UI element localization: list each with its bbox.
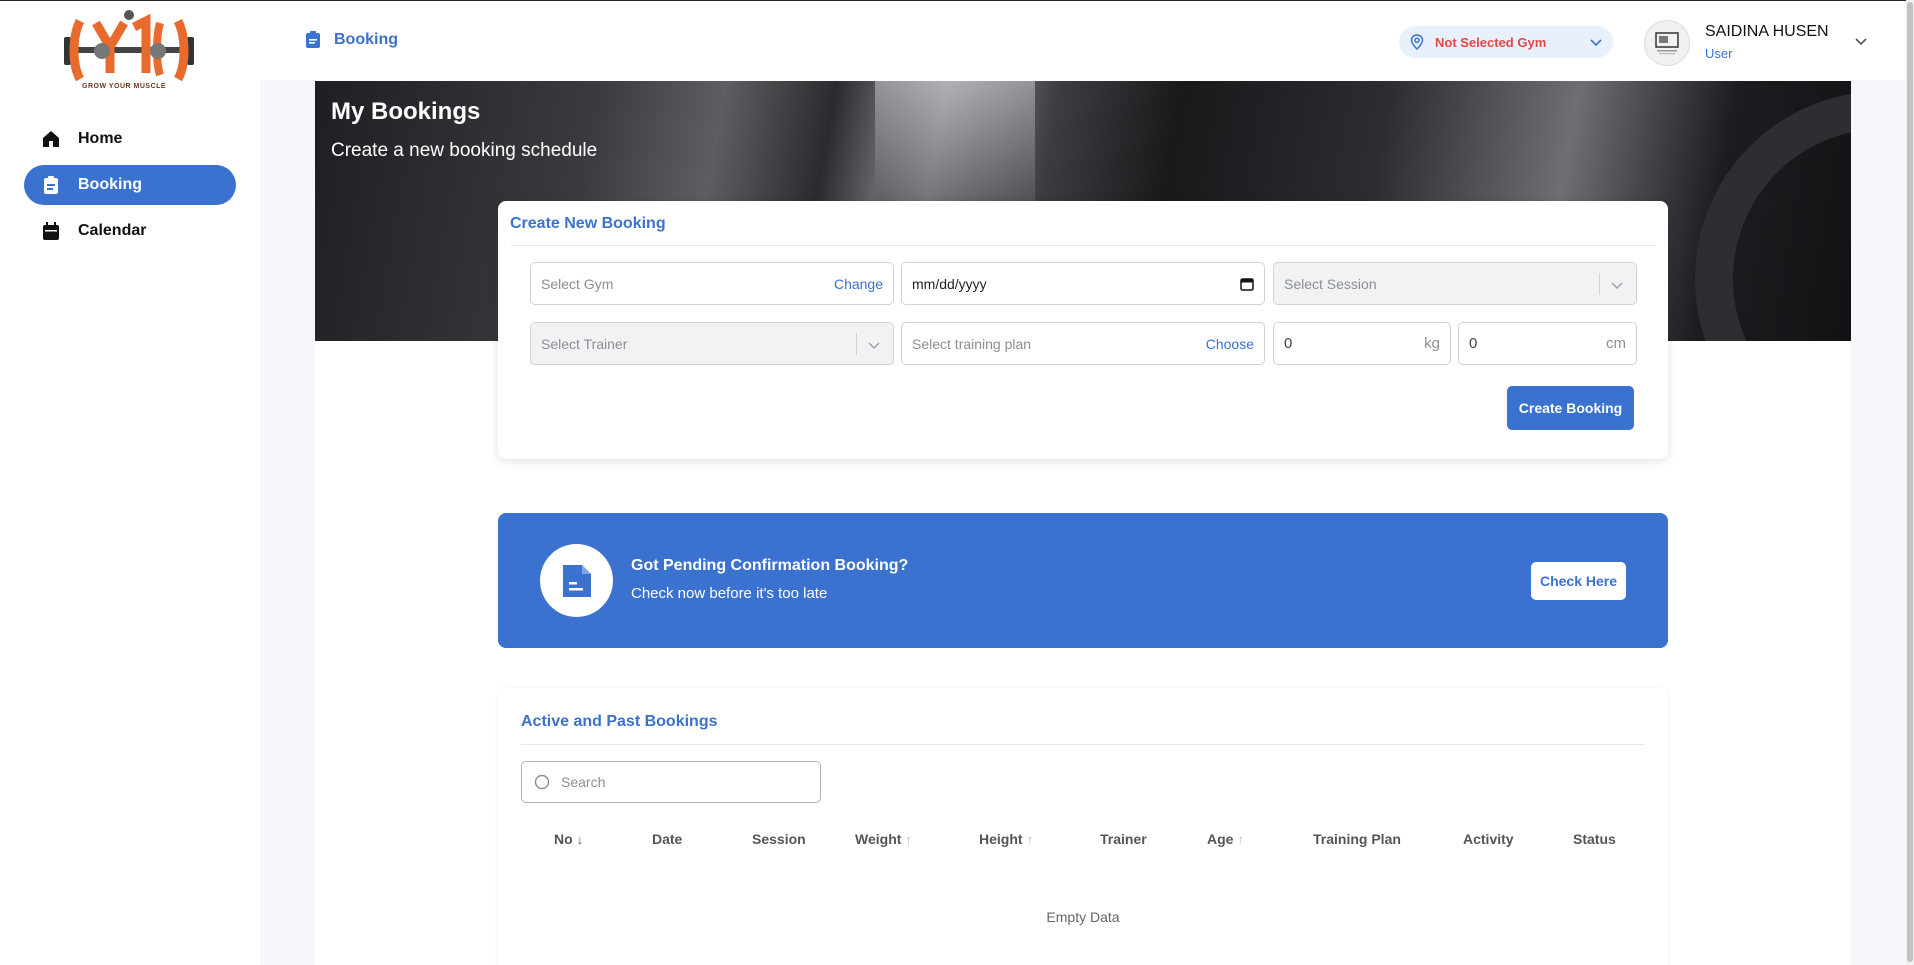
user-name: SAIDINA HUSEN — [1705, 23, 1829, 40]
column-date[interactable]: Date — [652, 831, 682, 847]
sidebar-item-calendar[interactable]: Calendar — [24, 211, 236, 251]
column-no[interactable]: No ↓ — [554, 831, 583, 847]
weight-unit: kg — [1424, 335, 1440, 352]
column-label: Date — [652, 831, 683, 847]
avatar-image — [1655, 32, 1679, 55]
page-subtitle: Create a new booking schedule — [331, 140, 598, 161]
search-icon — [534, 774, 551, 791]
sidebar-nav: Home Booking Calendar — [24, 119, 236, 257]
empty-state: Empty Data — [1046, 909, 1120, 925]
column-label: Session — [752, 831, 806, 847]
column-label: Age — [1207, 831, 1234, 847]
table-header: No ↓ Date Session Weight ↑ Height ↑ Trainer… — [521, 831, 1645, 851]
height-unit: cm — [1606, 335, 1626, 352]
divider — [1599, 273, 1600, 295]
banner-title: Got Pending Confirmation Booking? — [631, 557, 909, 574]
column-activity[interactable]: Activity — [1463, 831, 1514, 847]
clipboard-icon — [42, 176, 60, 194]
logo-graphic — [64, 10, 194, 82]
date-input[interactable]: mm/dd/yyyy — [901, 262, 1265, 305]
create-booking-title: Create New Booking — [510, 215, 666, 232]
column-training-plan[interactable]: Training Plan — [1313, 831, 1401, 847]
gym-logo[interactable]: GROW YOUR MUSCLE — [62, 7, 196, 95]
height-input[interactable]: 0 cm — [1458, 322, 1637, 365]
bookings-title: Active and Past Bookings — [521, 713, 718, 730]
gym-field-placeholder: Select Gym — [541, 275, 614, 292]
column-weight[interactable]: Weight ↑ — [855, 831, 912, 847]
page-scrollbar[interactable] — [1906, 0, 1914, 965]
calendar-icon[interactable] — [1240, 277, 1254, 291]
trainer-select[interactable]: Select Trainer — [530, 322, 894, 365]
date-input-placeholder: mm/dd/yyyy — [912, 275, 987, 292]
user-role: User — [1705, 46, 1733, 61]
chevron-down-icon — [1610, 278, 1624, 292]
training-plan-placeholder: Select training plan — [912, 335, 1032, 352]
session-select-placeholder: Select Session — [1284, 275, 1377, 292]
gym-selector-label: Not Selected Gym — [1435, 34, 1547, 50]
sort-asc-icon: ↑ — [1237, 831, 1244, 847]
avatar[interactable] — [1644, 20, 1690, 66]
column-session[interactable]: Session — [752, 831, 806, 847]
document-icon — [540, 544, 613, 617]
pending-booking-banner: Got Pending Confirmation Booking? Check … — [498, 513, 1668, 648]
breadcrumb[interactable]: Booking — [306, 31, 398, 49]
breadcrumb-label: Booking — [334, 31, 398, 48]
choose-plan-button[interactable]: Choose — [1206, 336, 1254, 352]
divider — [521, 744, 1645, 745]
sort-asc-icon: ↑ — [1026, 831, 1034, 847]
sidebar-item-home[interactable]: Home — [24, 119, 236, 159]
gym-field[interactable]: Select Gym Change — [530, 262, 894, 305]
training-plan-field[interactable]: Select training plan Choose — [901, 322, 1265, 365]
column-height[interactable]: Height ↑ — [979, 831, 1033, 847]
chevron-down-icon — [1589, 35, 1603, 49]
sidebar: GROW YOUR MUSCLE Home Booking Calendar — [0, 0, 260, 965]
divider — [856, 333, 857, 355]
sidebar-item-label: Calendar — [78, 222, 147, 239]
chevron-down-icon[interactable] — [1854, 34, 1868, 48]
column-label: Trainer — [1100, 831, 1147, 847]
banner-subtitle: Check now before it's too late — [631, 585, 828, 602]
search-input[interactable]: Search — [521, 761, 821, 803]
column-label: Height — [979, 831, 1023, 847]
scrollbar-thumb[interactable] — [1907, 2, 1913, 962]
column-label: Status — [1573, 831, 1616, 847]
sidebar-item-label: Booking — [78, 176, 142, 193]
change-gym-button[interactable]: Change — [834, 276, 883, 292]
height-value: 0 — [1469, 335, 1478, 352]
create-booking-button[interactable]: Create Booking — [1507, 386, 1634, 430]
calendar-icon — [42, 222, 60, 240]
weight-input[interactable]: 0 kg — [1273, 322, 1451, 365]
check-here-button[interactable]: Check Here — [1531, 562, 1626, 600]
sidebar-item-booking[interactable]: Booking — [24, 165, 236, 205]
gym-selector[interactable]: Not Selected Gym — [1399, 26, 1613, 58]
column-age[interactable]: Age ↑ — [1207, 831, 1244, 847]
page-title: My Bookings — [331, 98, 481, 125]
column-label: Training Plan — [1313, 831, 1401, 847]
sidebar-item-label: Home — [78, 130, 123, 147]
clipboard-icon — [306, 31, 322, 49]
create-booking-card: Create New Booking Select Gym Change mm/… — [498, 201, 1668, 459]
divider — [510, 245, 1656, 246]
bookings-card: Active and Past Bookings Search No ↓ Date… — [498, 688, 1668, 965]
logo-tagline: GROW YOUR MUSCLE — [82, 83, 167, 90]
location-pin-icon — [1409, 34, 1425, 51]
column-status[interactable]: Status — [1573, 831, 1616, 847]
trainer-select-placeholder: Select Trainer — [541, 335, 628, 352]
search-placeholder: Search — [561, 774, 606, 790]
chevron-down-icon — [867, 338, 881, 352]
column-label: Activity — [1463, 831, 1514, 847]
sort-asc-icon: ↑ — [905, 831, 912, 847]
sort-desc-icon: ↓ — [576, 831, 584, 847]
home-icon — [42, 130, 60, 148]
session-select[interactable]: Select Session — [1273, 262, 1637, 305]
column-label: Weight — [855, 831, 902, 847]
top-bar: Booking Not Selected Gym SAIDINA HUSEN U… — [260, 0, 1906, 80]
column-trainer[interactable]: Trainer — [1100, 831, 1147, 847]
column-label: No — [554, 831, 573, 847]
weight-value: 0 — [1284, 335, 1293, 352]
